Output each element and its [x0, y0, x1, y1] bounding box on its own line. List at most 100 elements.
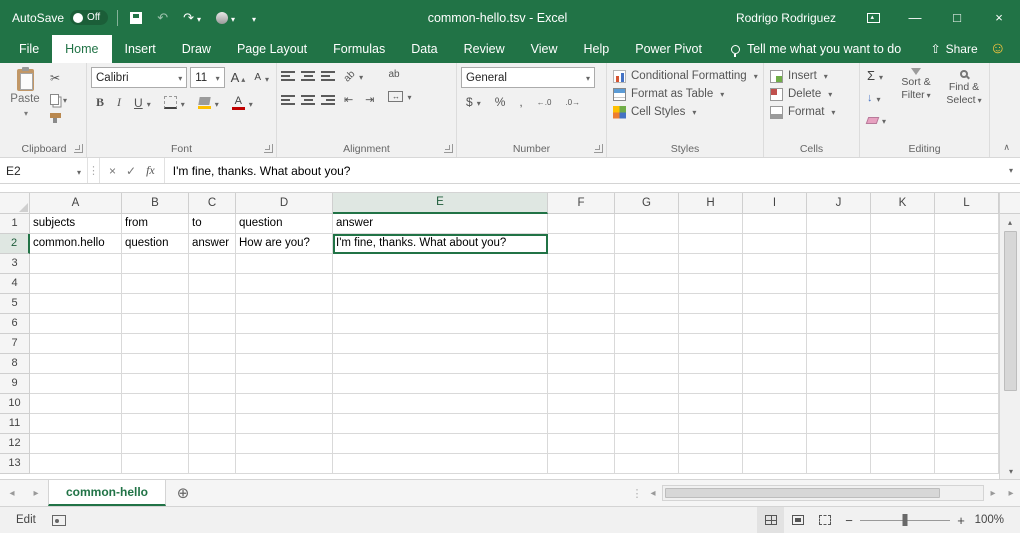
- cell-G3[interactable]: [615, 254, 679, 274]
- increase-decimal-button[interactable]: ←.0: [534, 96, 555, 109]
- normal-view-button[interactable]: [757, 507, 784, 533]
- row-header-3[interactable]: 3: [0, 254, 30, 274]
- cell-I13[interactable]: [743, 454, 807, 474]
- cell-L7[interactable]: [935, 334, 999, 354]
- cell-H13[interactable]: [679, 454, 743, 474]
- cell-A4[interactable]: [30, 274, 122, 294]
- cell-J4[interactable]: [807, 274, 871, 294]
- insert-cells-button[interactable]: Insert: [768, 67, 855, 85]
- select-all-corner[interactable]: [0, 193, 30, 214]
- sort-filter-button[interactable]: Sort & Filter: [895, 67, 937, 129]
- cell-E2[interactable]: I'm fine, thanks. What about you?: [333, 234, 548, 254]
- cell-styles-button[interactable]: Cell Styles: [611, 103, 759, 121]
- top-align-button[interactable]: [281, 70, 295, 82]
- cell-G9[interactable]: [615, 374, 679, 394]
- zoom-level[interactable]: 100%: [972, 514, 1020, 526]
- cell-J1[interactable]: [807, 214, 871, 234]
- cell-I3[interactable]: [743, 254, 807, 274]
- cell-H5[interactable]: [679, 294, 743, 314]
- cell-J13[interactable]: [807, 454, 871, 474]
- cell-A5[interactable]: [30, 294, 122, 314]
- tab-scroll-divider[interactable]: [630, 480, 644, 506]
- cell-C9[interactable]: [189, 374, 236, 394]
- cell-L2[interactable]: [935, 234, 999, 254]
- cell-K1[interactable]: [871, 214, 935, 234]
- cell-C8[interactable]: [189, 354, 236, 374]
- name-box[interactable]: E2: [0, 158, 88, 183]
- tab-page-layout[interactable]: Page Layout: [224, 35, 320, 63]
- cell-C11[interactable]: [189, 414, 236, 434]
- scroll-up-button[interactable]: [1000, 214, 1020, 230]
- cell-E9[interactable]: [333, 374, 548, 394]
- cell-D7[interactable]: [236, 334, 333, 354]
- zoom-in-button[interactable]: +: [950, 513, 972, 528]
- cell-K12[interactable]: [871, 434, 935, 454]
- cell-K8[interactable]: [871, 354, 935, 374]
- cell-I5[interactable]: [743, 294, 807, 314]
- cell-J12[interactable]: [807, 434, 871, 454]
- undo-button[interactable]: ↶: [154, 8, 171, 28]
- cell-G13[interactable]: [615, 454, 679, 474]
- tab-power-pivot[interactable]: Power Pivot: [622, 35, 715, 63]
- cell-K2[interactable]: [871, 234, 935, 254]
- cell-F3[interactable]: [548, 254, 615, 274]
- column-header-F[interactable]: F: [548, 193, 615, 214]
- row-header-9[interactable]: 9: [0, 374, 30, 394]
- macro-record-icon[interactable]: [52, 515, 66, 526]
- row-header-1[interactable]: 1: [0, 214, 30, 234]
- cell-G2[interactable]: [615, 234, 679, 254]
- formula-bar-expand-icon[interactable]: [1000, 158, 1020, 183]
- cell-B11[interactable]: [122, 414, 189, 434]
- cell-K13[interactable]: [871, 454, 935, 474]
- cell-K10[interactable]: [871, 394, 935, 414]
- sheet-tab-common-hello[interactable]: common-hello: [48, 480, 166, 506]
- page-layout-view-button[interactable]: [784, 507, 811, 533]
- cancel-button[interactable]: ×: [109, 164, 116, 178]
- decrease-font-size-button[interactable]: A: [251, 69, 272, 87]
- cell-H10[interactable]: [679, 394, 743, 414]
- cell-K7[interactable]: [871, 334, 935, 354]
- percent-style-button[interactable]: %: [492, 93, 509, 111]
- cell-L5[interactable]: [935, 294, 999, 314]
- formula-input[interactable]: I'm fine, thanks. What about you?: [165, 158, 1000, 183]
- row-header-5[interactable]: 5: [0, 294, 30, 314]
- cell-A1[interactable]: subjects: [30, 214, 122, 234]
- close-button[interactable]: ×: [978, 0, 1020, 35]
- cell-D13[interactable]: [236, 454, 333, 474]
- cell-B9[interactable]: [122, 374, 189, 394]
- comma-style-button[interactable]: ,: [516, 93, 525, 111]
- cell-D3[interactable]: [236, 254, 333, 274]
- cell-L4[interactable]: [935, 274, 999, 294]
- cell-G1[interactable]: [615, 214, 679, 234]
- cell-K5[interactable]: [871, 294, 935, 314]
- fill-color-button[interactable]: [195, 94, 222, 112]
- enter-button[interactable]: ✓: [126, 164, 136, 178]
- font-color-button[interactable]: A: [229, 94, 256, 112]
- cell-D12[interactable]: [236, 434, 333, 454]
- column-header-L[interactable]: L: [935, 193, 999, 214]
- decrease-decimal-button[interactable]: .0→: [562, 96, 583, 109]
- clear-button[interactable]: [864, 111, 889, 129]
- hscroll-left-button[interactable]: [644, 480, 662, 506]
- cell-E4[interactable]: [333, 274, 548, 294]
- cell-K4[interactable]: [871, 274, 935, 294]
- alignment-dialog-launcher[interactable]: [444, 144, 453, 153]
- cell-A11[interactable]: [30, 414, 122, 434]
- cell-K11[interactable]: [871, 414, 935, 434]
- ribbon-display-options-button[interactable]: [852, 0, 894, 35]
- cell-D2[interactable]: How are you?: [236, 234, 333, 254]
- paste-button[interactable]: Paste: [6, 67, 44, 120]
- cell-I10[interactable]: [743, 394, 807, 414]
- sheet-nav-left-button[interactable]: [0, 480, 24, 506]
- redo-button[interactable]: ↷: [180, 8, 204, 28]
- cell-A7[interactable]: [30, 334, 122, 354]
- column-header-D[interactable]: D: [236, 193, 333, 214]
- row-header-12[interactable]: 12: [0, 434, 30, 454]
- row-header-13[interactable]: 13: [0, 454, 30, 474]
- column-header-J[interactable]: J: [807, 193, 871, 214]
- cell-F5[interactable]: [548, 294, 615, 314]
- cell-C12[interactable]: [189, 434, 236, 454]
- column-header-H[interactable]: H: [679, 193, 743, 214]
- minimize-button[interactable]: —: [894, 0, 936, 35]
- cell-I11[interactable]: [743, 414, 807, 434]
